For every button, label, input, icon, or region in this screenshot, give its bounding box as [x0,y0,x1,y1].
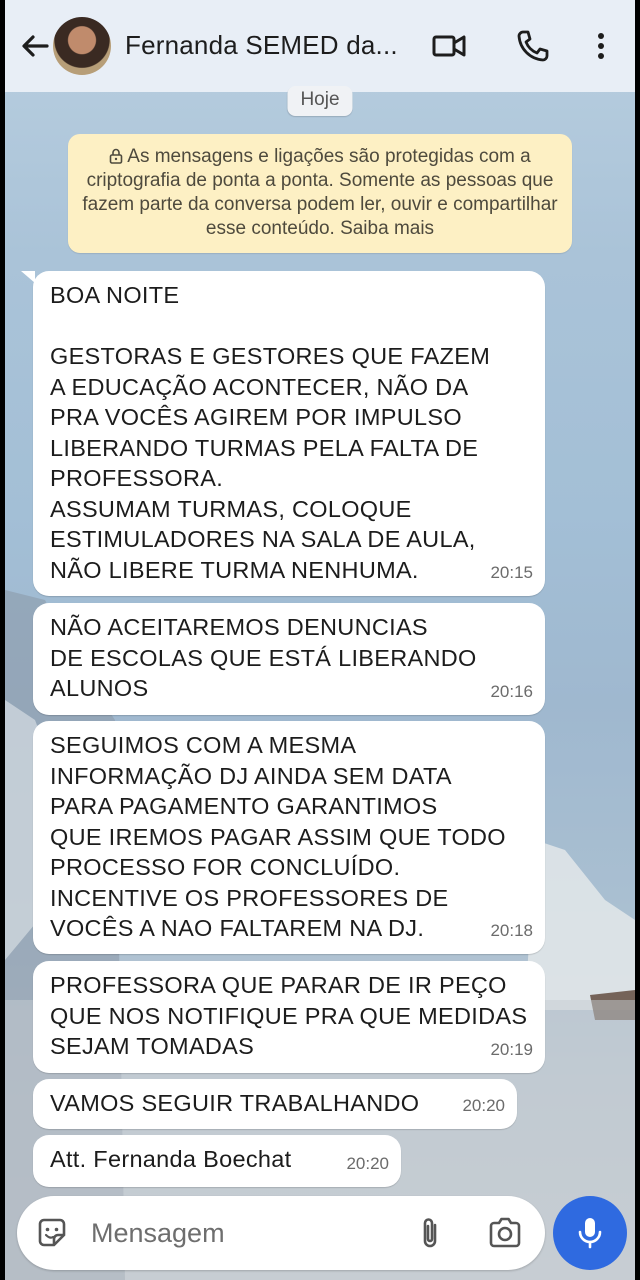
message-bubble[interactable]: Att. Fernanda Boechat 20:20 [33,1135,401,1187]
message-time: 20:20 [462,1095,505,1115]
attach-icon[interactable] [415,1215,445,1251]
chat-header: Fernanda SEMED da... [5,0,635,92]
video-call-icon[interactable] [431,28,467,64]
camera-icon[interactable] [487,1216,523,1250]
message-text: Att. Fernanda Boechat [50,1146,292,1172]
contact-name[interactable]: Fernanda SEMED da... [125,30,398,61]
message-time: 20:20 [346,1153,389,1173]
sticker-icon[interactable] [35,1216,69,1250]
message-input[interactable]: Mensagem [91,1218,225,1249]
message-bubble[interactable]: NÃO ACEITAREMOS DENUNCIAS DE ESCOLAS QUE… [33,603,545,715]
avatar[interactable] [53,17,111,75]
back-arrow-icon[interactable] [19,30,51,62]
message-text: BOA NOITE GESTORAS E GESTORES QUE FAZEM … [50,282,491,583]
date-chip: Hoje [287,86,353,116]
encryption-notice[interactable]: As mensagens e ligações são protegidas c… [68,134,572,253]
phone-icon[interactable] [515,28,551,64]
bubble-tail [21,271,35,283]
message-time: 20:19 [490,1039,533,1059]
encryption-notice-text: As mensagens e ligações são protegidas c… [82,146,558,239]
message-time: 20:15 [490,562,533,582]
mic-icon [578,1218,602,1249]
message-time: 20:18 [490,920,533,940]
message-composer[interactable]: Mensagem [17,1196,545,1270]
message-text: VAMOS SEGUIR TRABALHANDO [50,1090,420,1116]
message-text: NÃO ACEITAREMOS DENUNCIAS DE ESCOLAS QUE… [50,614,477,701]
message-text: SEGUIMOS COM A MESMA INFORMAÇÃO DJ AINDA… [50,732,506,941]
message-text: PROFESSORA QUE PARAR DE IR PEÇO QUE NOS … [50,972,528,1059]
chat-screen: Fernanda SEMED da... Hoje As mensagens e… [5,0,635,1280]
mic-button[interactable] [553,1196,627,1270]
message-bubble[interactable]: PROFESSORA QUE PARAR DE IR PEÇO QUE NOS … [33,961,545,1073]
more-vert-icon[interactable] [583,28,619,64]
message-bubble[interactable]: VAMOS SEGUIR TRABALHANDO 20:20 [33,1079,517,1129]
message-bubble[interactable]: SEGUIMOS COM A MESMA INFORMAÇÃO DJ AINDA… [33,721,545,954]
lock-icon [109,148,123,164]
message-time: 20:16 [490,681,533,701]
message-bubble[interactable]: BOA NOITE GESTORAS E GESTORES QUE FAZEM … [21,271,545,596]
